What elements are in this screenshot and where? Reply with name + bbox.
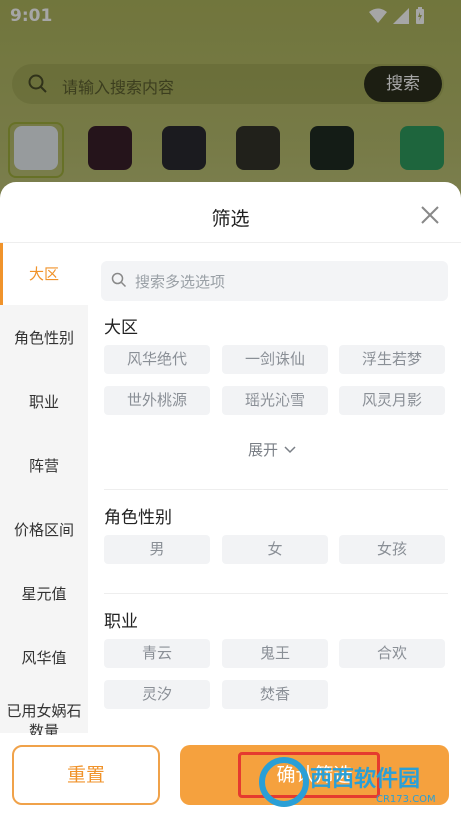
watermark-text: 西西软件园 bbox=[310, 766, 420, 792]
section-title-profession: 职业 bbox=[104, 612, 138, 632]
option-chip[interactable]: 风华绝代 bbox=[104, 345, 210, 374]
filter-content: 搜索多选选项 大区 风华绝代 一剑诛仙 浮生若梦 世外桃源 瑶光沁雪 风灵月影 … bbox=[88, 243, 461, 733]
option-chip[interactable]: 女 bbox=[222, 535, 328, 564]
sidebar-item-label: 角色性别 bbox=[13, 329, 74, 347]
section-title-region: 大区 bbox=[104, 318, 138, 338]
sidebar-item-label: 职业 bbox=[28, 393, 59, 411]
filter-sidebar: 大区 角色性别 职业 阵营 价格区间 星元值 风华值 已用女娲石数量 bbox=[0, 243, 88, 740]
option-chip[interactable]: 世外桃源 bbox=[104, 386, 210, 415]
option-chip[interactable]: 女孩 bbox=[339, 535, 445, 564]
sidebar-item-faction[interactable]: 阵营 bbox=[0, 435, 88, 497]
sidebar-item-label: 星元值 bbox=[21, 585, 67, 603]
option-chip[interactable]: 一剑诛仙 bbox=[222, 345, 328, 374]
watermark-logo: 西西软件园 CR173.COM bbox=[259, 757, 436, 807]
option-search-input[interactable]: 搜索多选选项 bbox=[101, 261, 448, 301]
option-search-placeholder: 搜索多选选项 bbox=[135, 273, 226, 291]
watermark-sub: CR173.COM bbox=[376, 794, 436, 805]
sidebar-item-region[interactable]: 大区 bbox=[0, 243, 88, 305]
section-divider bbox=[104, 593, 448, 594]
sheet-title: 筛选 bbox=[211, 208, 250, 230]
option-chip[interactable]: 灵汐 bbox=[104, 680, 210, 709]
option-chip[interactable]: 合欢 bbox=[339, 639, 445, 668]
option-chip[interactable]: 男 bbox=[104, 535, 210, 564]
sidebar-item-star-value[interactable]: 星元值 bbox=[0, 563, 88, 625]
option-chip[interactable]: 瑶光沁雪 bbox=[222, 386, 328, 415]
option-chip[interactable]: 青云 bbox=[104, 639, 210, 668]
section-divider bbox=[104, 489, 448, 490]
section-title-gender: 角色性别 bbox=[104, 508, 172, 528]
sidebar-item-gender[interactable]: 角色性别 bbox=[0, 307, 88, 369]
option-chip[interactable]: 浮生若梦 bbox=[339, 345, 445, 374]
sidebar-item-elegance-value[interactable]: 风华值 bbox=[0, 627, 88, 689]
chevron-down-icon bbox=[284, 445, 296, 453]
sidebar-item-profession[interactable]: 职业 bbox=[0, 371, 88, 433]
option-chip[interactable]: 鬼王 bbox=[222, 639, 328, 668]
expand-label: 展开 bbox=[248, 441, 279, 459]
sidebar-item-label: 阵营 bbox=[28, 457, 59, 475]
search-icon bbox=[111, 272, 127, 288]
sidebar-item-label: 价格区间 bbox=[13, 521, 74, 539]
expand-button[interactable]: 展开 bbox=[248, 439, 296, 460]
sidebar-item-price-range[interactable]: 价格区间 bbox=[0, 499, 88, 561]
filter-sheet: 筛选 大区 角色性别 职业 阵营 价格区间 星元值 风华值 已用女娲石数量 搜索… bbox=[0, 182, 461, 820]
sidebar-item-label: 风华值 bbox=[21, 649, 67, 667]
reset-button[interactable]: 重置 bbox=[12, 745, 160, 805]
sidebar-item-label: 大区 bbox=[28, 265, 59, 283]
active-indicator bbox=[0, 243, 3, 305]
close-icon[interactable] bbox=[419, 204, 441, 226]
option-chip[interactable]: 焚香 bbox=[222, 680, 328, 709]
option-chip[interactable]: 风灵月影 bbox=[339, 386, 445, 415]
